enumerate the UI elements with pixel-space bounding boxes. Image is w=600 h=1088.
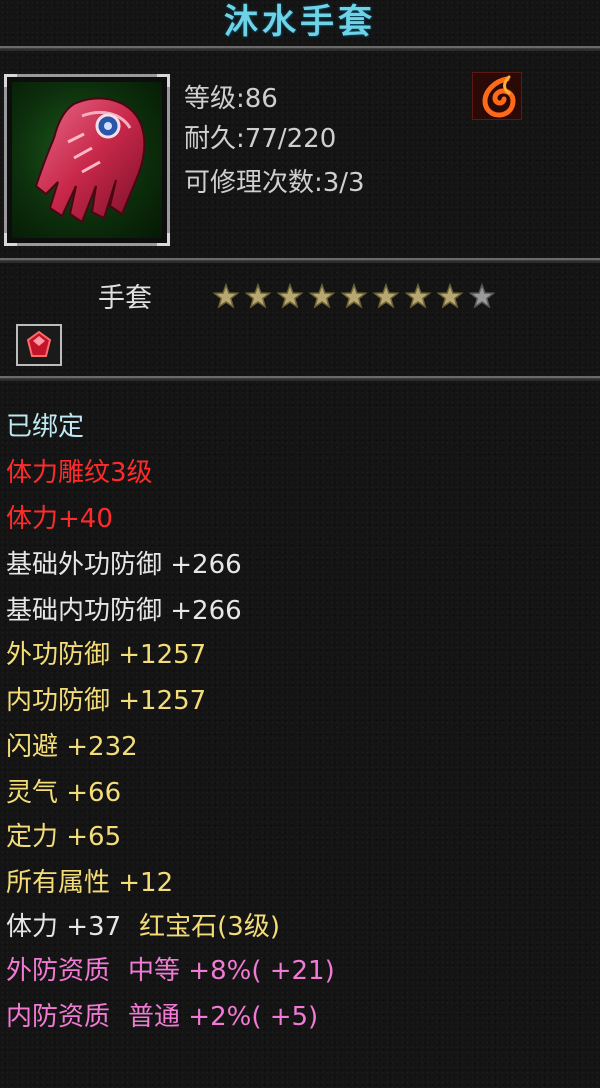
mid-divider [0,258,600,263]
item-icon-frame[interactable] [4,74,170,246]
fire-emblem-icon [472,72,522,120]
star-filled-icon [244,282,272,309]
attribute-line: 基础外功防御 +266 [6,544,242,581]
attribute-line: 体力+40 [6,498,113,535]
star-filled-icon [404,282,432,309]
star-filled-icon [308,282,336,309]
star-rating [212,282,502,312]
star-filled-icon [212,282,240,309]
item-durability: 耐久:77/220 [184,124,337,154]
attribute-text: 基础外功防御 +266 [6,550,242,580]
item-level: 等级:86 [184,84,278,114]
attribute-text: 已绑定 [6,412,85,442]
attribute-text: 所有属性 +12 [6,868,174,898]
star-filled-icon [340,282,368,309]
attribute-line: 外功防御 +1257 [6,634,206,671]
attribute-line: 定力 +65 [6,816,121,853]
attribute-text: 外功防御 +1257 [6,640,207,670]
item-repair-count: 可修理次数:3/3 [184,168,365,198]
attribute-line: 体力雕纹3级 [6,452,153,489]
attribute-text: 灵气 +66 [6,778,122,808]
attribute-line: 体力 +37 红宝石(3级) [6,906,280,943]
attribute-line: 闪避 +232 [6,726,138,763]
item-name: 沐水手套 [224,2,376,42]
attribute-line: 外防资质 中等 +8%( +21) [6,950,335,987]
attribute-line: 所有属性 +12 [6,862,173,899]
frame-corner [157,74,170,87]
attribute-text: 内功防御 +1257 [6,686,207,716]
star-filled-icon [276,282,304,309]
frame-corner [4,74,17,87]
gem-slot[interactable] [16,324,62,366]
attribute-line: 内防资质 普通 +2%( +5) [6,996,318,1033]
attribute-text: 内防资质 [6,1002,111,1032]
attribute-text: 定力 +65 [6,822,122,852]
lower-divider [0,376,600,381]
item-type: 手套 [98,283,152,314]
top-divider [0,46,600,51]
attribute-text: 体力雕纹3级 [6,458,153,488]
attribute-line: 灵气 +66 [6,772,121,809]
star-empty-icon [468,282,496,309]
attribute-extra: 红宝石(3级) [139,912,280,942]
attribute-text: 外防资质 [6,956,111,986]
frame-corner [157,233,170,246]
attribute-extra: 中等 +8%( +21) [128,956,335,986]
attribute-text: 体力+40 [6,504,113,534]
red-gem-icon [26,330,52,357]
attribute-line: 已绑定 [6,406,84,443]
attribute-text: 体力 +37 [6,912,122,942]
star-filled-icon [372,282,400,309]
star-filled-icon [436,282,464,309]
glove-icon [12,82,162,238]
attribute-text: 基础内功防御 +266 [6,596,242,626]
attribute-line: 基础内功防御 +266 [6,590,242,627]
attribute-extra: 普通 +2%( +5) [128,1002,319,1032]
frame-corner [4,233,17,246]
attribute-line: 内功防御 +1257 [6,680,206,717]
attribute-text: 闪避 +232 [6,732,138,762]
